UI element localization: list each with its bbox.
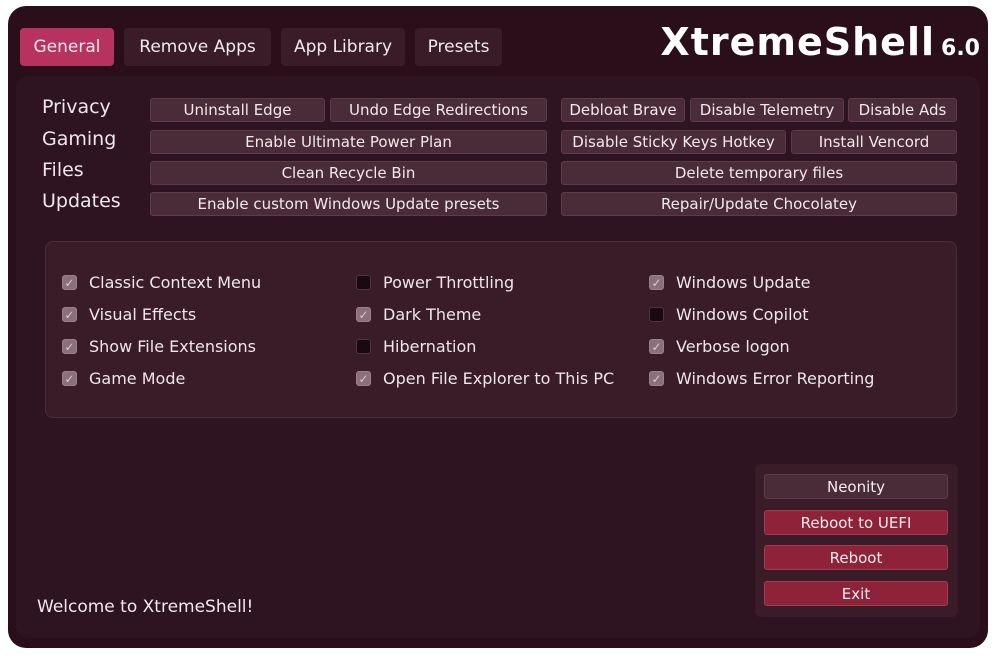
tab-remove-apps[interactable]: Remove Apps: [124, 28, 271, 66]
exit-button[interactable]: Exit: [764, 581, 948, 606]
action-box: Neonity Reboot to UEFI Reboot Exit: [755, 464, 958, 617]
tab-app-library[interactable]: App Library: [281, 28, 405, 66]
checkbox-checked-icon[interactable]: ✓: [62, 339, 77, 354]
repair-update-chocolatey-button[interactable]: Repair/Update Chocolatey: [561, 192, 957, 216]
option-open-explorer-this-pc[interactable]: ✓ Open File Explorer to This PC: [356, 369, 614, 388]
uninstall-edge-button[interactable]: Uninstall Edge: [150, 98, 325, 122]
debloat-brave-button[interactable]: Debloat Brave: [561, 98, 685, 122]
tab-presets[interactable]: Presets: [415, 28, 502, 66]
option-show-file-extensions[interactable]: ✓ Show File Extensions: [62, 337, 256, 356]
checkbox-checked-icon[interactable]: ✓: [649, 275, 664, 290]
disable-ads-button[interactable]: Disable Ads: [848, 98, 957, 122]
disable-telemetry-button[interactable]: Disable Telemetry: [690, 98, 844, 122]
option-verbose-logon[interactable]: ✓ Verbose logon: [649, 337, 790, 356]
checkbox-checked-icon[interactable]: ✓: [649, 339, 664, 354]
checkbox-unchecked-icon[interactable]: ✓: [649, 307, 664, 322]
install-vencord-button[interactable]: Install Vencord: [791, 130, 957, 154]
option-power-throttling[interactable]: ✓ Power Throttling: [356, 273, 514, 292]
option-windows-error-reporting[interactable]: ✓ Windows Error Reporting: [649, 369, 874, 388]
option-label: Game Mode: [89, 369, 186, 388]
app-window: General Remove Apps App Library Presets …: [8, 6, 988, 648]
option-game-mode[interactable]: ✓ Game Mode: [62, 369, 185, 388]
app-brand: XtremeShell 6.0: [660, 20, 980, 64]
app-title: XtremeShell: [660, 20, 936, 64]
option-label: Power Throttling: [383, 273, 515, 292]
delete-temporary-files-button[interactable]: Delete temporary files: [561, 161, 957, 185]
app-version: 6.0: [941, 36, 980, 61]
enable-custom-windows-update-presets-button[interactable]: Enable custom Windows Update presets: [150, 192, 547, 216]
option-windows-copilot[interactable]: ✓ Windows Copilot: [649, 305, 809, 324]
row-label-gaming: Gaming: [42, 128, 117, 150]
option-label: Open File Explorer to This PC: [383, 369, 615, 388]
checkbox-unchecked-icon[interactable]: ✓: [356, 339, 371, 354]
checkbox-checked-icon[interactable]: ✓: [62, 371, 77, 386]
enable-ultimate-power-plan-button[interactable]: Enable Ultimate Power Plan: [150, 130, 547, 154]
checkbox-checked-icon[interactable]: ✓: [649, 371, 664, 386]
tweaks-options-box: ✓ Classic Context Menu ✓ Visual Effects …: [45, 241, 957, 418]
checkbox-checked-icon[interactable]: ✓: [62, 275, 77, 290]
undo-edge-redirections-button[interactable]: Undo Edge Redirections: [330, 98, 547, 122]
option-label: Verbose logon: [676, 337, 790, 356]
row-label-privacy: Privacy: [42, 96, 111, 118]
reboot-to-uefi-button[interactable]: Reboot to UEFI: [764, 510, 948, 535]
checkbox-unchecked-icon[interactable]: ✓: [356, 275, 371, 290]
reboot-button[interactable]: Reboot: [764, 545, 948, 570]
option-label: Windows Update: [676, 273, 811, 292]
tab-general[interactable]: General: [20, 28, 114, 66]
option-hibernation[interactable]: ✓ Hibernation: [356, 337, 476, 356]
option-dark-theme[interactable]: ✓ Dark Theme: [356, 305, 481, 324]
option-label: Visual Effects: [89, 305, 197, 324]
option-visual-effects[interactable]: ✓ Visual Effects: [62, 305, 196, 324]
clean-recycle-bin-button[interactable]: Clean Recycle Bin: [150, 161, 547, 185]
option-label: Classic Context Menu: [89, 273, 262, 292]
option-label: Show File Extensions: [89, 337, 256, 356]
option-label: Dark Theme: [383, 305, 482, 324]
checkbox-checked-icon[interactable]: ✓: [62, 307, 77, 322]
checkbox-checked-icon[interactable]: ✓: [356, 307, 371, 322]
option-label: Windows Error Reporting: [676, 369, 875, 388]
neonity-button[interactable]: Neonity: [764, 474, 948, 499]
disable-sticky-keys-hotkey-button[interactable]: Disable Sticky Keys Hotkey: [561, 130, 786, 154]
option-label: Windows Copilot: [676, 305, 809, 324]
row-label-files: Files: [42, 159, 84, 181]
option-windows-update[interactable]: ✓ Windows Update: [649, 273, 810, 292]
checkbox-checked-icon[interactable]: ✓: [356, 371, 371, 386]
option-classic-context-menu[interactable]: ✓ Classic Context Menu: [62, 273, 261, 292]
welcome-status-text: Welcome to XtremeShell!: [37, 597, 254, 617]
option-label: Hibernation: [383, 337, 477, 356]
row-label-updates: Updates: [42, 190, 121, 212]
